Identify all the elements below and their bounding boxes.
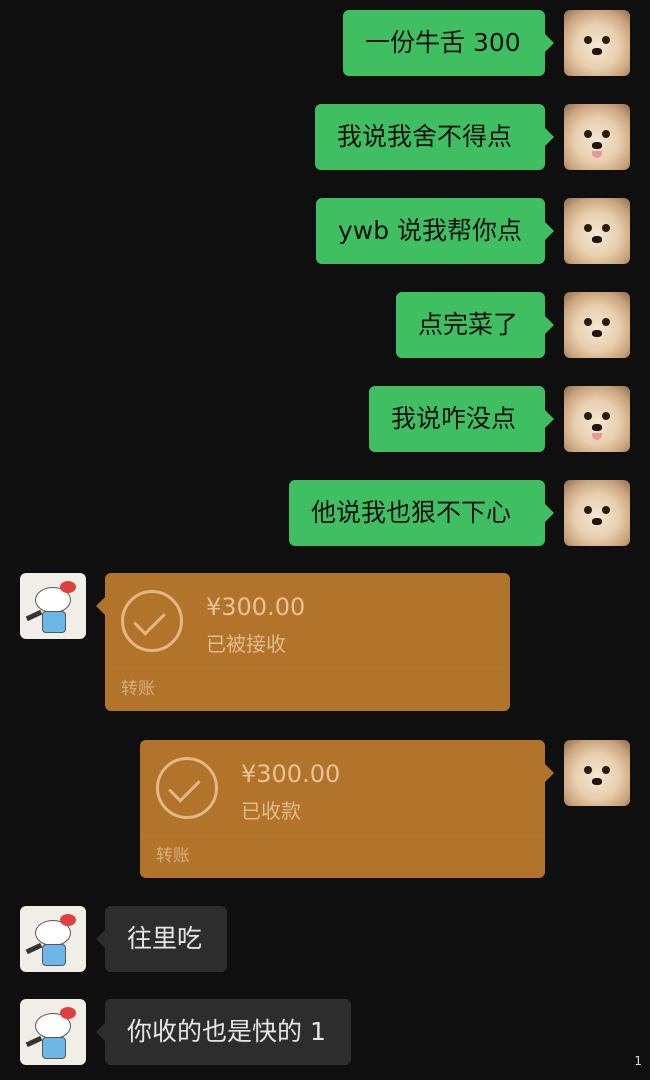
avatar[interactable] (564, 480, 630, 546)
message-text: 点完菜了 (418, 310, 519, 339)
message-bubble[interactable]: 你收的也是快的 1 (96, 999, 351, 1065)
transfer-card[interactable]: ¥300.00 已收款 转账 (140, 740, 554, 878)
avatar[interactable] (564, 292, 630, 358)
message-text: 你收的也是快的 1 (127, 1017, 326, 1046)
transfer-status: 已被接收 (206, 632, 286, 656)
message-text: 一份牛舌 300 (365, 28, 521, 57)
transfer-label: 转账 (156, 846, 190, 866)
message-bubble[interactable]: 一份牛舌 300 (343, 10, 554, 76)
transfer-label: 转账 (121, 679, 155, 699)
divider (105, 668, 510, 669)
message-bubble[interactable]: 我说我舍不得点 (315, 104, 554, 170)
message-text: 我说咋没点 (391, 404, 517, 433)
transfer-amount: ¥300.00 (241, 760, 341, 788)
message-bubble[interactable]: 我说咋没点 (369, 386, 554, 452)
corner-number: 1 (634, 1054, 642, 1068)
avatar[interactable] (20, 573, 86, 639)
transfer-status: 已收款 (241, 799, 301, 823)
avatar[interactable] (564, 198, 630, 264)
avatar[interactable] (564, 386, 630, 452)
message-text: 他说我也狠不下心 (311, 498, 512, 527)
message-bubble[interactable]: ywb 说我帮你点 (316, 198, 554, 264)
transfer-card[interactable]: ¥300.00 已被接收 转账 (96, 573, 510, 711)
message-bubble[interactable]: 点完菜了 (396, 292, 554, 358)
divider (140, 835, 545, 836)
checkmark-icon (121, 590, 183, 652)
message-text: ywb 说我帮你点 (338, 216, 523, 245)
avatar[interactable] (20, 906, 86, 972)
avatar[interactable] (20, 999, 86, 1065)
message-bubble[interactable]: 往里吃 (96, 906, 227, 972)
transfer-amount: ¥300.00 (206, 593, 306, 621)
avatar[interactable] (564, 740, 630, 806)
message-bubble[interactable]: 他说我也狠不下心 (289, 480, 554, 546)
message-text: 我说我舍不得点 (337, 122, 513, 151)
message-text: 往里吃 (127, 924, 203, 953)
avatar[interactable] (564, 10, 630, 76)
checkmark-icon (156, 757, 218, 819)
avatar[interactable] (564, 104, 630, 170)
